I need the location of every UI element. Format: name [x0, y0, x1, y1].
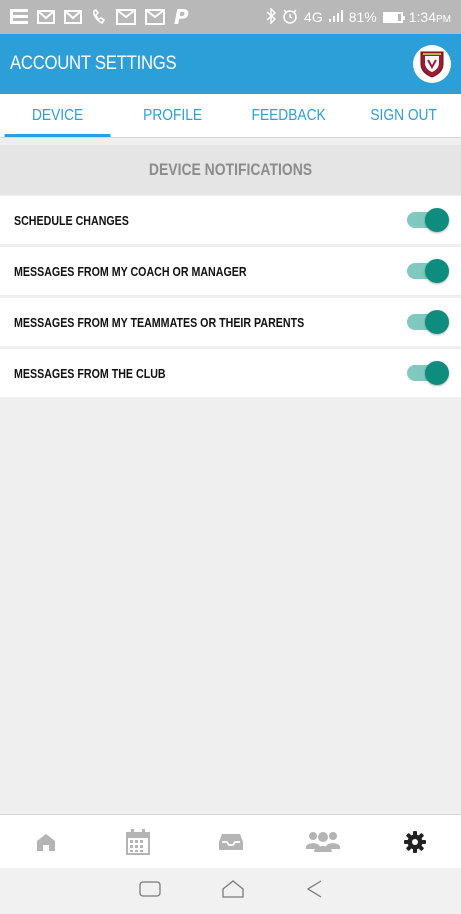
- notification-row-schedule-changes: SCHEDULE CHANGES: [0, 196, 461, 247]
- notification-label: MESSAGES FROM MY TEAMMATES OR THEIR PARE…: [14, 314, 305, 330]
- nav-settings[interactable]: [369, 830, 461, 853]
- bottom-nav: [0, 814, 461, 868]
- app-notification-icon: [10, 9, 28, 25]
- back-button[interactable]: [305, 879, 323, 903]
- notification-label: MESSAGES FROM MY COACH OR MANAGER: [14, 263, 247, 279]
- notification-row-teammate-messages: MESSAGES FROM MY TEAMMATES OR THEIR PARE…: [0, 298, 461, 349]
- recent-apps-icon: [138, 881, 161, 897]
- tab-feedback[interactable]: FEEDBACK: [239, 94, 338, 137]
- settings-tabs: DEVICE PROFILE FEEDBACK SIGN OUT: [0, 94, 461, 138]
- gallery-icon: [116, 9, 136, 25]
- toggle-knob: [425, 310, 449, 334]
- nav-team[interactable]: [277, 831, 369, 853]
- gallery-icon: [145, 9, 165, 25]
- recent-apps-button[interactable]: [138, 880, 161, 902]
- schedule-changes-toggle[interactable]: [407, 208, 449, 232]
- android-home-icon: [221, 880, 244, 898]
- toggle-knob: [425, 208, 449, 232]
- clock: 1:34PM: [408, 9, 451, 25]
- nav-home[interactable]: [0, 832, 92, 852]
- network-type: 4G: [304, 9, 323, 25]
- alarm-icon: [282, 8, 298, 27]
- parking-app-icon: P: [174, 5, 189, 29]
- status-bar: P 4G 81% 1:34PM: [0, 0, 461, 34]
- gmail-icon: [37, 10, 55, 24]
- missed-call-icon: [91, 9, 107, 25]
- app-header: ACCOUNT SETTINGS: [0, 34, 461, 94]
- home-icon: [37, 833, 56, 851]
- bluetooth-icon: [266, 6, 277, 27]
- nav-inbox[interactable]: [184, 833, 276, 851]
- nav-schedule[interactable]: [92, 828, 184, 855]
- page-title: ACCOUNT SETTINGS: [10, 53, 177, 74]
- notification-row-coach-messages: MESSAGES FROM MY COACH OR MANAGER: [0, 247, 461, 298]
- notification-icons: P: [10, 7, 189, 27]
- system-indicators: 4G 81% 1:34PM: [266, 6, 451, 27]
- notification-label: SCHEDULE CHANGES: [14, 212, 129, 228]
- team-icon: [305, 831, 340, 852]
- home-button[interactable]: [221, 879, 245, 903]
- toggle-knob: [425, 361, 449, 385]
- club-crest-icon[interactable]: [413, 45, 451, 83]
- section-header: DEVICE NOTIFICATIONS: [0, 145, 461, 195]
- section-title: DEVICE NOTIFICATIONS: [148, 160, 313, 179]
- club-messages-toggle[interactable]: [407, 361, 449, 385]
- battery-icon: [382, 11, 405, 23]
- back-icon: [306, 880, 321, 898]
- teammate-messages-toggle[interactable]: [407, 310, 449, 334]
- android-nav-bar: [0, 868, 461, 914]
- signal-icon: [328, 9, 343, 25]
- battery-percent: 81%: [348, 9, 377, 25]
- gear-icon: [403, 830, 426, 853]
- tab-profile[interactable]: PROFILE: [123, 94, 222, 137]
- gmail-icon: [64, 10, 82, 24]
- tab-sign-out[interactable]: SIGN OUT: [354, 94, 453, 137]
- notification-label: MESSAGES FROM THE CLUB: [14, 365, 166, 381]
- calendar-icon: [126, 828, 151, 855]
- tab-device[interactable]: DEVICE: [4, 94, 111, 137]
- inbox-icon: [218, 833, 243, 850]
- notification-list: SCHEDULE CHANGES MESSAGES FROM MY COACH …: [0, 196, 461, 400]
- toggle-knob: [425, 259, 449, 283]
- notification-row-club-messages: MESSAGES FROM THE CLUB: [0, 349, 461, 400]
- coach-messages-toggle[interactable]: [407, 259, 449, 283]
